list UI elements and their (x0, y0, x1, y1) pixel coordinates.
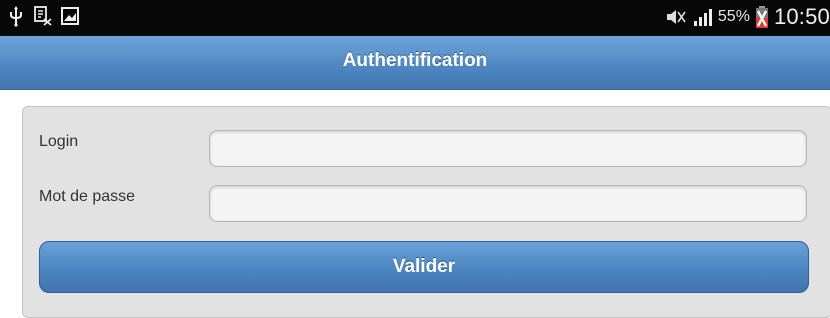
battery-icon (755, 6, 769, 28)
login-form: Login Mot de passe Valider (22, 106, 830, 318)
header-bar: Authentification (0, 36, 830, 90)
password-label: Mot de passe (39, 188, 136, 205)
usb-icon (6, 5, 26, 27)
clock: 10:50 (773, 4, 830, 29)
password-input[interactable] (209, 185, 807, 222)
status-left-icons (6, 5, 80, 27)
mute-icon (664, 6, 686, 28)
screenshot-icon (60, 5, 80, 27)
screen-reader-icon (33, 5, 53, 27)
login-label: Login (39, 133, 79, 150)
submit-button[interactable]: Valider (39, 241, 809, 293)
page-title: Authentification (342, 50, 488, 71)
signal-icon (691, 6, 713, 28)
status-right-icons: 55% 10:50 (664, 4, 830, 30)
status-bar: 55% 10:50 (0, 0, 830, 36)
battery-percent: 55% (717, 8, 750, 25)
login-input[interactable] (209, 130, 807, 167)
